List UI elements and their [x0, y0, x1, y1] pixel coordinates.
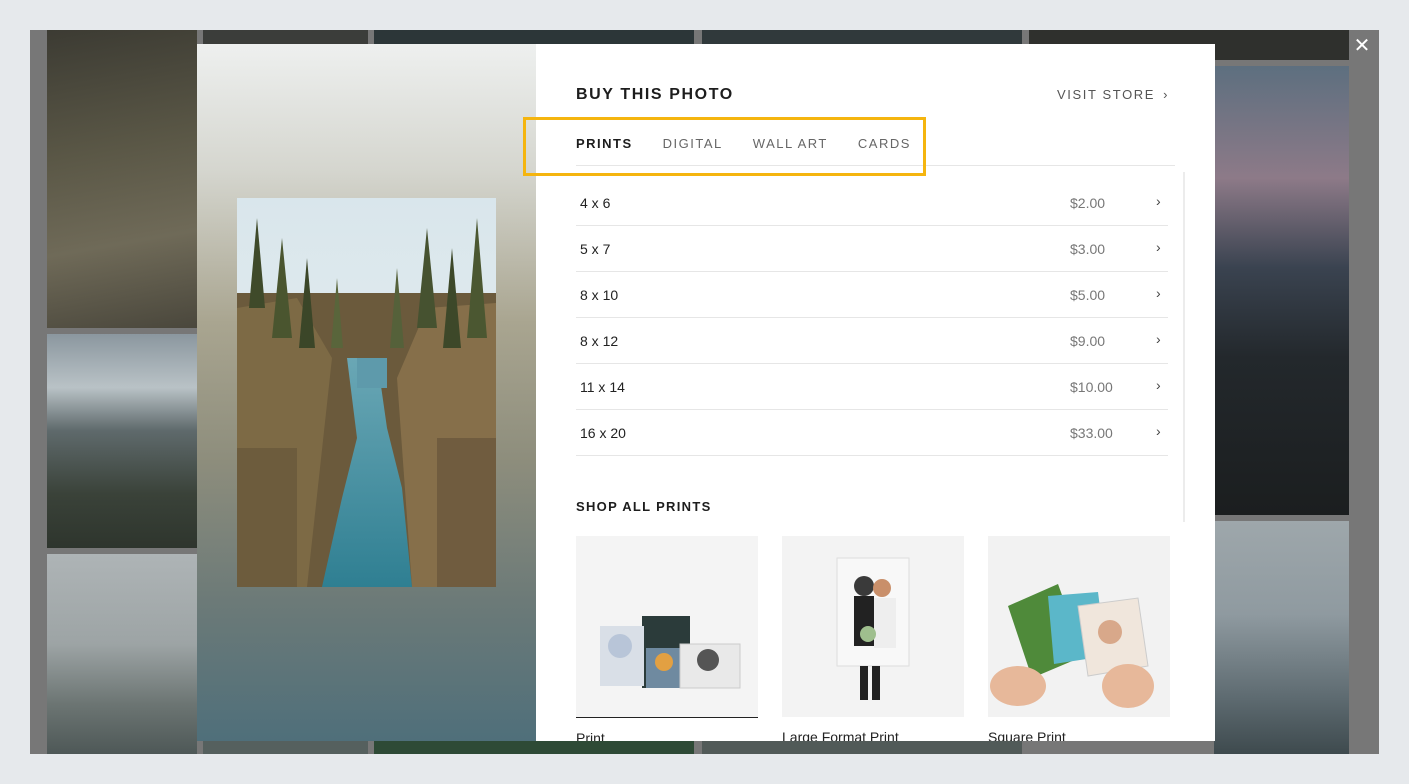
print-size-row[interactable]: 5 x 7 $3.00 ›	[576, 226, 1168, 272]
chevron-right-icon: ›	[1156, 423, 1161, 439]
shop-all-heading: SHOP ALL PRINTS	[576, 499, 712, 514]
print-size-row[interactable]: 4 x 6 $2.00 ›	[576, 180, 1168, 226]
tabs-divider	[576, 165, 1175, 166]
product-image	[576, 536, 758, 718]
product-label: Print	[576, 730, 605, 741]
close-icon[interactable]: ✕	[1352, 36, 1372, 56]
print-price: $3.00	[1070, 241, 1106, 257]
print-size: 5 x 7	[580, 241, 611, 257]
purchase-panel: BUY THIS PHOTO VISIT STORE › PRINTS DIGIT…	[576, 44, 1185, 741]
print-price: $2.00	[1070, 195, 1106, 211]
gallery-photo	[374, 30, 694, 44]
gallery-photo	[1214, 521, 1349, 754]
print-size: 8 x 12	[580, 333, 619, 349]
print-size-list: 4 x 6 $2.00 › 5 x 7 $3.00 › 8 x 10 $5.00…	[576, 180, 1168, 456]
print-size-row[interactable]: 8 x 12 $9.00 ›	[576, 318, 1168, 364]
product-image	[782, 536, 964, 717]
gallery-photo	[374, 740, 694, 754]
print-size: 11 x 14	[580, 379, 625, 395]
print-size: 4 x 6	[580, 195, 611, 211]
print-size-row[interactable]: 8 x 10 $5.00 ›	[576, 272, 1168, 318]
print-size-row[interactable]: 11 x 14 $10.00 ›	[576, 364, 1168, 410]
chevron-right-icon: ›	[1156, 285, 1161, 301]
print-size: 8 x 10	[580, 287, 619, 303]
print-price: $5.00	[1070, 287, 1106, 303]
gallery-photo	[702, 30, 1022, 44]
product-cards: Print Large Format Print Square Print	[576, 536, 1170, 741]
product-card-square-print[interactable]: Square Print	[988, 536, 1170, 741]
product-image	[988, 536, 1170, 717]
buy-photo-modal: BUY THIS PHOTO VISIT STORE › PRINTS DIGIT…	[197, 44, 1215, 741]
print-size: 16 x 20	[580, 425, 626, 441]
tab-wall-art[interactable]: WALL ART	[753, 136, 828, 166]
gallery-photo	[1214, 66, 1349, 515]
gallery-photo	[203, 30, 368, 44]
gallery-photo	[47, 30, 197, 328]
photo-preview-panel	[197, 44, 536, 741]
product-label: Square Print	[988, 729, 1066, 741]
tab-prints[interactable]: PRINTS	[576, 136, 633, 166]
canyon-photo	[237, 198, 496, 587]
product-tabs: PRINTS DIGITAL WALL ART CARDS	[576, 136, 911, 166]
chevron-right-icon: ›	[1156, 377, 1161, 393]
print-price: $10.00	[1070, 379, 1113, 395]
gallery-photo	[47, 554, 197, 754]
chevron-right-icon: ›	[1156, 331, 1161, 347]
chevron-right-icon: ›	[1156, 193, 1161, 209]
tab-digital[interactable]: DIGITAL	[663, 136, 723, 166]
gallery-photo	[47, 334, 197, 548]
gallery-photo	[702, 740, 1022, 754]
tab-cards[interactable]: CARDS	[858, 136, 911, 166]
visit-store-link[interactable]: VISIT STORE ›	[1057, 87, 1169, 102]
photo-preview-image	[237, 198, 496, 587]
product-card-print[interactable]: Print	[576, 536, 758, 741]
print-price: $33.00	[1070, 425, 1113, 441]
visit-store-label: VISIT STORE	[1057, 87, 1156, 102]
gallery-photo	[203, 740, 368, 754]
print-price: $9.00	[1070, 333, 1106, 349]
print-size-row[interactable]: 16 x 20 $33.00 ›	[576, 410, 1168, 456]
product-label: Large Format Print	[782, 729, 899, 741]
chevron-right-icon: ›	[1156, 239, 1161, 255]
product-card-large-format[interactable]: Large Format Print	[782, 536, 964, 741]
chevron-right-icon: ›	[1163, 87, 1169, 102]
page-title: BUY THIS PHOTO	[576, 86, 734, 103]
scrollbar[interactable]	[1183, 172, 1185, 522]
